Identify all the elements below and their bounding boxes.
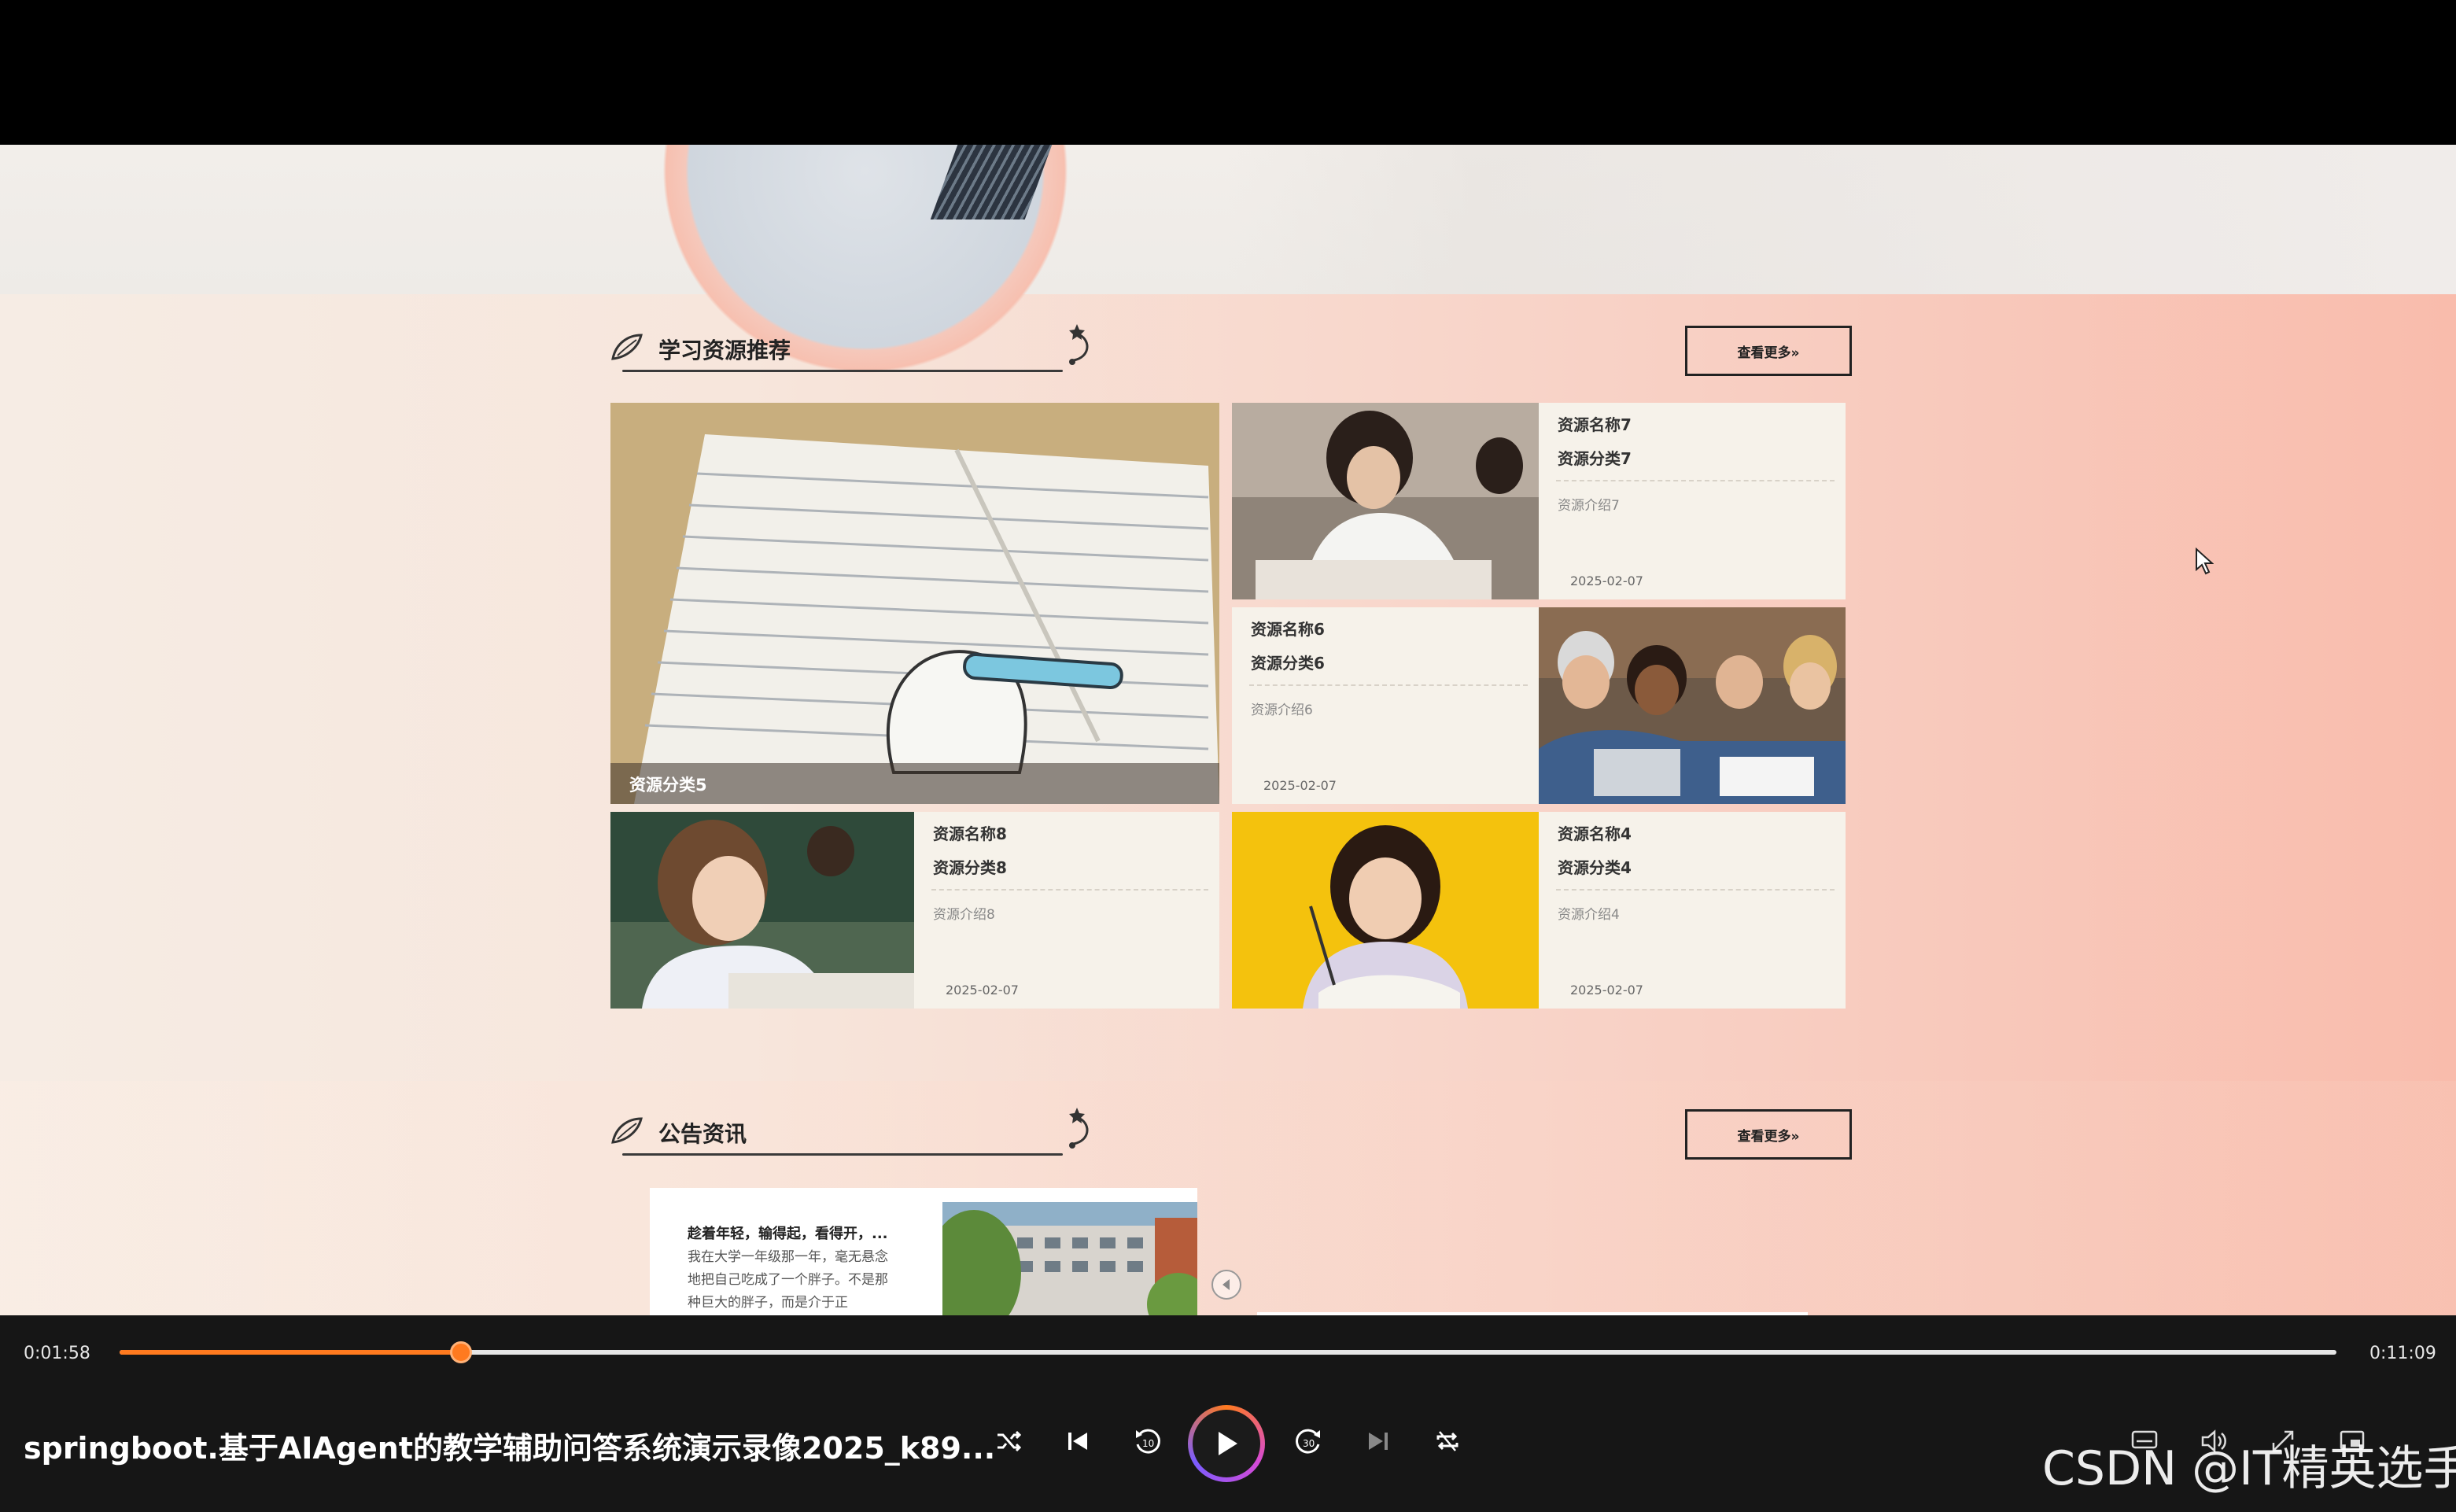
shuffle-icon (998, 1430, 1022, 1452)
leaf-icon (611, 334, 643, 360)
resource-intro: 资源介绍6 (1251, 703, 1313, 718)
resource-category: 资源分类8 (933, 858, 1007, 877)
resource-more-button[interactable]: 查看更多» (1685, 326, 1852, 376)
resource-card-info[interactable]: 资源名称6 资源分类6 资源介绍6 2025-02-07 (1232, 607, 1539, 804)
play-button[interactable] (1188, 1405, 1265, 1482)
resource-section (0, 294, 2456, 1081)
notice-more-button[interactable]: 查看更多» (1685, 1109, 1852, 1160)
title-underline (622, 1153, 1063, 1156)
star-swirl-icon (1069, 324, 1089, 365)
notice-body: 我在大学一年级那一年，毫无悬念地把自己吃成了一个胖子。不是那种巨大的胖子，而是介… (688, 1249, 888, 1311)
skip-next-icon (1369, 1433, 1388, 1450)
letterbox-top (0, 0, 2456, 145)
video-frame: 学习资源推荐 查看更多» 资源分类5 资源名称7 资源分类7 资源介绍7 202… (0, 145, 2456, 1315)
resource-name: 资源名称6 (1251, 620, 1325, 639)
banner-strip (0, 145, 2456, 404)
resource-category: 资源分类6 (1251, 654, 1325, 673)
video-title: springboot.基于AIAgent的教学辅助问答系统演示录像2025_k8… (24, 1431, 996, 1466)
rewind-10-button[interactable]: 10 (1123, 1418, 1171, 1465)
title-underline (622, 370, 1063, 372)
repeat-button[interactable] (1424, 1418, 1471, 1465)
notice-building-image (942, 1202, 1197, 1315)
total-time: 0:11:09 (2369, 1344, 2436, 1363)
resource-category: 资源分类4 (1558, 858, 1632, 877)
resource-intro: 资源介绍7 (1558, 498, 1620, 514)
resource-card-image[interactable] (1539, 607, 1846, 804)
skip-previous-icon (1068, 1433, 1087, 1450)
resource-section-header: 学习资源推荐 (610, 324, 1090, 376)
previous-button[interactable] (1054, 1418, 1101, 1465)
svg-text:30: 30 (1303, 1438, 1315, 1449)
resource-section-title: 学习资源推荐 (658, 337, 791, 363)
forward-30-icon: 30 (1296, 1429, 1320, 1454)
resource-date: 2025-02-07 (1570, 983, 1643, 998)
video-player-bar: 0:01:58 0:11:09 springboot.基于AIAgent的教学辅… (0, 1315, 2456, 1512)
progress-knob[interactable] (449, 1341, 472, 1363)
svg-text:10: 10 (1142, 1438, 1154, 1449)
resource-category: 资源分类7 (1558, 449, 1632, 468)
resource-card-image[interactable] (1232, 403, 1539, 599)
resource-card-info[interactable]: 资源名称7 资源分类7 资源介绍7 2025-02-07 (1539, 403, 1846, 599)
resource-date: 2025-02-07 (1263, 778, 1337, 793)
forward-30-button[interactable]: 30 (1285, 1418, 1333, 1465)
current-time: 0:01:58 (24, 1344, 90, 1363)
play-icon (1219, 1432, 1237, 1455)
notice-section-header: 公告资讯 (610, 1108, 1090, 1160)
resource-date: 2025-02-07 (946, 983, 1019, 998)
resource-date: 2025-02-07 (1570, 573, 1643, 588)
csdn-watermark: CSDN @IT精英选手 (2042, 1441, 2456, 1496)
notice-section-title: 公告资讯 (658, 1121, 747, 1147)
rewind-10-icon: 10 (1136, 1429, 1160, 1454)
resource-name: 资源名称4 (1558, 824, 1632, 843)
star-swirl-icon (1069, 1108, 1089, 1149)
resource-name: 资源名称8 (933, 824, 1007, 843)
resource-large-caption: 资源分类5 (610, 763, 1219, 804)
progress-fill (120, 1350, 461, 1355)
resource-intro: 资源介绍8 (933, 907, 995, 923)
carousel-prev-button[interactable] (1211, 1270, 1241, 1300)
resource-name: 资源名称7 (1558, 415, 1632, 434)
resource-card-image[interactable] (610, 812, 914, 1009)
resource-intro: 资源介绍4 (1558, 907, 1620, 923)
resource-card-image[interactable] (1232, 812, 1539, 1009)
notebook-image (610, 403, 1219, 804)
notice-title: 趁着年轻，输得起，看得开，... (688, 1226, 888, 1242)
leaf-icon (611, 1117, 643, 1144)
resource-card-info[interactable]: 资源名称8 资源分类8 资源介绍8 2025-02-07 (914, 812, 1219, 1009)
resource-card-info[interactable]: 资源名称4 资源分类4 资源介绍4 2025-02-07 (1539, 812, 1846, 1009)
mouse-cursor-icon (2196, 548, 2214, 575)
next-button[interactable] (1355, 1418, 1402, 1465)
resource-card-large[interactable]: 资源分类5 (610, 403, 1219, 804)
chevron-left-icon (1222, 1279, 1230, 1290)
notice-card[interactable]: 趁着年轻，输得起，看得开，... 我在大学一年级那一年，毫无悬念地把自己吃成了一… (650, 1188, 1197, 1315)
progress-bar[interactable] (120, 1341, 2336, 1363)
repeat-icon (1436, 1431, 1458, 1451)
shuffle-button[interactable] (985, 1418, 1032, 1465)
